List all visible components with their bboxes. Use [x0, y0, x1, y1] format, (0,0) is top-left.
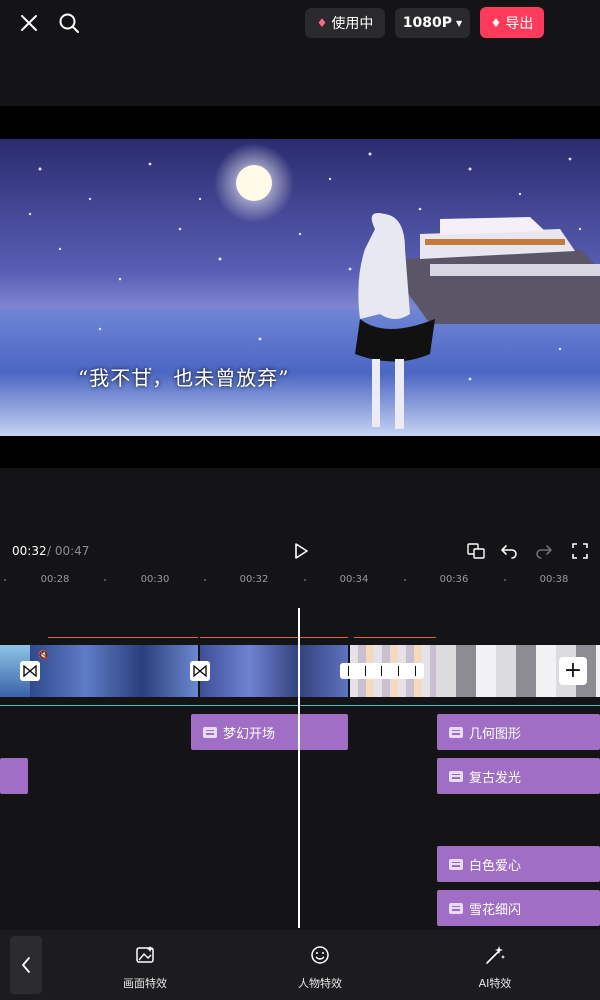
fullscreen-icon[interactable] — [569, 540, 591, 562]
ruler-tick — [104, 579, 106, 581]
ruler-label: 00:32 — [239, 574, 269, 585]
ruler-tick — [504, 579, 506, 581]
add-clip-button[interactable]: + — [559, 657, 587, 685]
image-effect-icon — [134, 944, 156, 969]
ruler-tick — [4, 579, 6, 581]
effect-clip[interactable]: 雪花细闪 — [437, 890, 600, 926]
vip-status-button[interactable]: ♦ 使用中 — [305, 8, 385, 38]
face-effect-icon — [309, 944, 331, 969]
caret-down-icon: ▼ — [456, 18, 463, 28]
export-label: 导出 — [505, 15, 534, 32]
transition-button[interactable] — [190, 661, 210, 681]
effect-clip[interactable]: 白色爱心 — [437, 846, 600, 882]
transition-group[interactable] — [340, 663, 424, 679]
tool-ai-effect[interactable]: AI特效 — [455, 944, 535, 991]
transition-button[interactable] — [20, 661, 40, 681]
ruler-label: 00:38 — [539, 574, 569, 585]
total-time: / 00:47 — [47, 544, 90, 558]
audio-line — [200, 637, 348, 638]
effect-label: 白色爱心 — [469, 858, 522, 874]
effect-clip[interactable]: 几何图形 — [437, 714, 600, 750]
gem-icon: ♦ — [490, 15, 502, 30]
effect-label: 复古发光 — [469, 770, 522, 786]
export-button[interactable]: ♦ 导出 — [480, 7, 544, 38]
tool-label: 画面特效 — [123, 977, 167, 990]
mute-icon[interactable]: 🔇 — [38, 651, 49, 661]
top-bar: ♦ 使用中 1080P ▼ ♦ 导出 — [0, 0, 600, 46]
search-icon[interactable] — [56, 10, 82, 36]
back-button[interactable] — [10, 936, 42, 994]
undo-icon[interactable] — [498, 540, 520, 562]
tool-face-effect[interactable]: 人物特效 — [280, 944, 360, 991]
video-preview[interactable] — [0, 139, 600, 436]
ruler-tick — [304, 579, 306, 581]
playback-controls: 00:32 / 00:47 — [0, 540, 600, 562]
current-time: 00:32 — [12, 544, 47, 558]
resolution-label: 1080P — [402, 15, 453, 31]
audio-line — [354, 637, 436, 638]
effect-icon — [449, 902, 463, 914]
audio-line — [48, 637, 198, 638]
effect-label: 梦幻开场 — [223, 726, 276, 742]
resolution-selector[interactable]: 1080P ▼ — [395, 8, 470, 38]
tool-label: 人物特效 — [298, 977, 342, 990]
ruler-tick — [404, 579, 406, 581]
ruler-label: 00:36 — [439, 574, 469, 585]
keyframe-icon[interactable] — [465, 540, 487, 562]
redo-icon[interactable] — [533, 540, 555, 562]
video-track[interactable]: 🔇 + — [0, 645, 600, 697]
effect-clip[interactable]: 复古发光 — [437, 758, 600, 794]
gem-icon: ♦ — [316, 16, 328, 30]
tool-image-effect[interactable]: 画面特效 — [105, 944, 185, 991]
effect-label: 雪花细闪 — [469, 902, 522, 918]
effect-label: 几何图形 — [469, 726, 522, 742]
vip-label: 使用中 — [331, 16, 374, 32]
ruler-label: 00:28 — [40, 574, 70, 585]
playhead[interactable] — [298, 608, 300, 928]
effect-icon — [449, 858, 463, 870]
video-clip[interactable] — [200, 645, 348, 697]
video-caption: “我不甘，也未曾放弃” — [78, 366, 290, 390]
effect-icon — [449, 770, 463, 782]
play-icon[interactable] — [290, 540, 312, 562]
ruler-label: 00:34 — [339, 574, 369, 585]
effect-clip[interactable]: 梦幻开场 — [191, 714, 348, 750]
track-divider — [0, 705, 600, 706]
effect-icon — [203, 726, 217, 738]
video-clip[interactable]: 🔇 — [30, 645, 198, 697]
tool-label: AI特效 — [478, 977, 512, 990]
ai-magic-icon — [484, 944, 506, 969]
ruler-tick — [204, 579, 206, 581]
effect-clip[interactable] — [0, 758, 28, 794]
effect-icon — [449, 726, 463, 738]
ruler-label: 00:30 — [140, 574, 170, 585]
close-icon[interactable] — [16, 10, 42, 36]
time-ruler[interactable]: 00:28 00:30 00:32 00:34 00:36 00:38 — [0, 570, 600, 590]
